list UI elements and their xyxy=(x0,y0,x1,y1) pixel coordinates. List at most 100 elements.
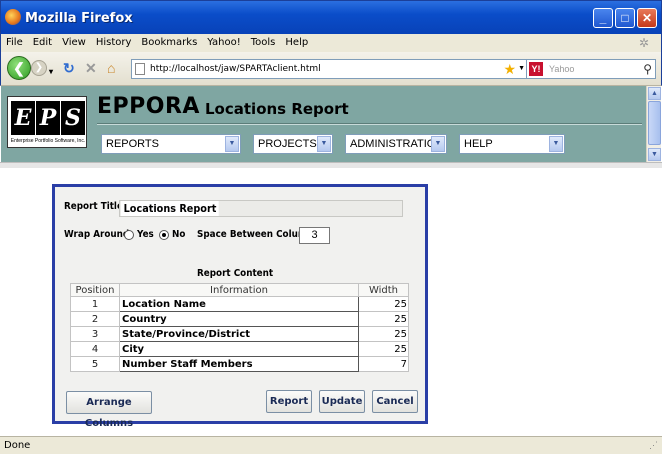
status-text: Done xyxy=(4,440,31,451)
eps-logo: E P S Enterprise Portfolio Software, Inc… xyxy=(7,96,87,148)
header-divider xyxy=(97,123,642,125)
back-button[interactable]: ❮ xyxy=(7,56,31,80)
menu-bar: File Edit View History Bookmarks Yahoo! Tools H… xyxy=(0,34,662,52)
history-dropdown-icon[interactable]: ▾ xyxy=(49,64,53,80)
update-button[interactable]: Update xyxy=(319,390,365,413)
row-information[interactable]: Location Name xyxy=(119,296,359,312)
table-header-row: Position Information Width xyxy=(70,283,409,297)
menu-edit[interactable]: Edit xyxy=(28,34,57,52)
report-dialog: Report Title: Locations Report Wrap Arou… xyxy=(52,184,428,429)
row-width[interactable]: 25 xyxy=(358,311,409,327)
chevron-down-icon[interactable]: ▼ xyxy=(549,136,563,152)
resize-grip-icon[interactable]: ⋰ xyxy=(649,440,658,451)
row-position: 4 xyxy=(70,341,120,357)
logo-letter-e: E xyxy=(11,101,35,135)
row-position: 3 xyxy=(70,326,120,342)
minimize-button[interactable]: _ xyxy=(593,8,613,28)
menu-tools[interactable]: Tools xyxy=(246,34,281,52)
wrap-yes-label[interactable]: Yes xyxy=(137,229,154,240)
chevron-down-icon[interactable]: ▼ xyxy=(431,136,445,152)
row-information[interactable]: State/Province/District xyxy=(119,326,359,342)
row-width[interactable]: 25 xyxy=(358,326,409,342)
menu-bookmarks[interactable]: Bookmarks xyxy=(136,34,202,52)
throbber-icon: ✲ xyxy=(639,36,650,50)
close-button[interactable]: ✕ xyxy=(637,8,657,28)
table-row[interactable]: 2 Country 25 xyxy=(70,311,409,327)
row-position: 2 xyxy=(70,311,120,327)
menu-help[interactable]: Help xyxy=(280,34,313,52)
report-title-field[interactable]: Locations Report xyxy=(119,200,403,217)
report-content-table: Position Information Width 1 Location Na… xyxy=(70,283,409,372)
firefox-icon xyxy=(5,9,21,25)
nav-projects-select[interactable]: PROJECTS ▼ xyxy=(253,134,333,154)
wrap-around-label: Wrap Around: xyxy=(64,229,133,240)
menu-view[interactable]: View xyxy=(57,34,91,52)
search-icon[interactable]: ⚲ xyxy=(643,62,652,76)
row-position: 5 xyxy=(70,356,120,372)
forward-button[interactable]: ❯ xyxy=(31,60,47,76)
report-title-label: Report Title: xyxy=(64,201,127,212)
wrap-no-radio[interactable] xyxy=(159,230,169,240)
chevron-down-icon[interactable]: ▼ xyxy=(317,136,331,152)
window-titlebar: Mozilla Firefox _ □ ✕ xyxy=(0,0,662,34)
menu-file[interactable]: File xyxy=(1,34,28,52)
window-title: Mozilla Firefox xyxy=(25,11,133,26)
report-title-value: Locations Report xyxy=(121,201,219,216)
nav-administration-label: ADMINISTRATION xyxy=(350,138,444,150)
space-between-columns-input[interactable]: 3 xyxy=(299,227,330,244)
row-width[interactable]: 7 xyxy=(358,356,409,372)
report-content-label: Report Content xyxy=(197,268,274,279)
table-row[interactable]: 1 Location Name 25 xyxy=(70,296,409,312)
url-text: http://localhost/jaw/SPARTAclient.html xyxy=(150,64,321,74)
scroll-down-icon[interactable]: ▼ xyxy=(648,148,661,161)
url-bar[interactable]: http://localhost/jaw/SPARTAclient.html ★… xyxy=(131,59,527,79)
row-position: 1 xyxy=(70,296,120,312)
cancel-button[interactable]: Cancel xyxy=(372,390,418,413)
row-information[interactable]: Country xyxy=(119,311,359,327)
row-information[interactable]: City xyxy=(119,341,359,357)
stop-icon[interactable]: ✕ xyxy=(85,60,97,76)
scroll-thumb[interactable] xyxy=(648,101,661,145)
report-button[interactable]: Report xyxy=(266,390,312,413)
logo-subtitle: Enterprise Portfolio Software, Inc. xyxy=(10,138,86,144)
column-header-information: Information xyxy=(119,283,359,297)
frame-separator xyxy=(0,162,662,168)
status-bar: Done ⋰ xyxy=(0,436,662,454)
chevron-down-icon[interactable]: ▼ xyxy=(225,136,239,152)
column-header-position: Position xyxy=(70,283,120,297)
nav-reports-select[interactable]: REPORTS ▼ xyxy=(101,134,241,154)
header-scrollbar[interactable]: ▲ ▼ xyxy=(646,86,661,162)
table-row[interactable]: 5 Number Staff Members 7 xyxy=(70,356,409,372)
menu-yahoo[interactable]: Yahoo! xyxy=(202,34,245,52)
menu-history[interactable]: History xyxy=(91,34,137,52)
navigation-toolbar: ❮ ❯ ▾ ↻ ✕ ⌂ http://localhost/jaw/SPARTAc… xyxy=(0,52,662,86)
search-bar[interactable]: Y! Yahoo ⚲ xyxy=(526,59,656,79)
logo-letter-p: P xyxy=(36,101,60,135)
home-icon[interactable]: ⌂ xyxy=(107,60,115,76)
table-row[interactable]: 3 State/Province/District 25 xyxy=(70,326,409,342)
bottom-frame xyxy=(0,454,662,465)
row-width[interactable]: 25 xyxy=(358,341,409,357)
search-placeholder: Yahoo xyxy=(549,64,575,74)
reload-icon[interactable]: ↻ xyxy=(63,60,75,76)
url-dropdown-icon[interactable]: ▼ xyxy=(518,65,525,72)
scroll-up-icon[interactable]: ▲ xyxy=(648,87,661,100)
wrap-yes-radio[interactable] xyxy=(124,230,134,240)
nav-reports-label: REPORTS xyxy=(106,138,159,150)
wrap-no-label[interactable]: No xyxy=(172,229,185,240)
nav-help-label: HELP xyxy=(464,138,493,150)
nav-help-select[interactable]: HELP ▼ xyxy=(459,134,565,154)
arrange-columns-button[interactable]: Arrange Columns xyxy=(66,391,152,429)
row-width[interactable]: 25 xyxy=(358,296,409,312)
bookmark-star-icon[interactable]: ★ xyxy=(503,61,516,78)
row-information[interactable]: Number Staff Members xyxy=(119,356,359,372)
nav-administration-select[interactable]: ADMINISTRATION ▼ xyxy=(345,134,447,154)
nav-projects-label: PROJECTS xyxy=(258,138,317,150)
maximize-button[interactable]: □ xyxy=(615,8,635,28)
app-header: E P S Enterprise Portfolio Software, Inc… xyxy=(1,86,646,162)
brand-name: EPPORA xyxy=(97,94,200,119)
yahoo-icon[interactable]: Y! xyxy=(529,62,543,76)
logo-letter-s: S xyxy=(61,101,85,135)
page-icon xyxy=(135,63,145,75)
table-row[interactable]: 4 City 25 xyxy=(70,341,409,357)
